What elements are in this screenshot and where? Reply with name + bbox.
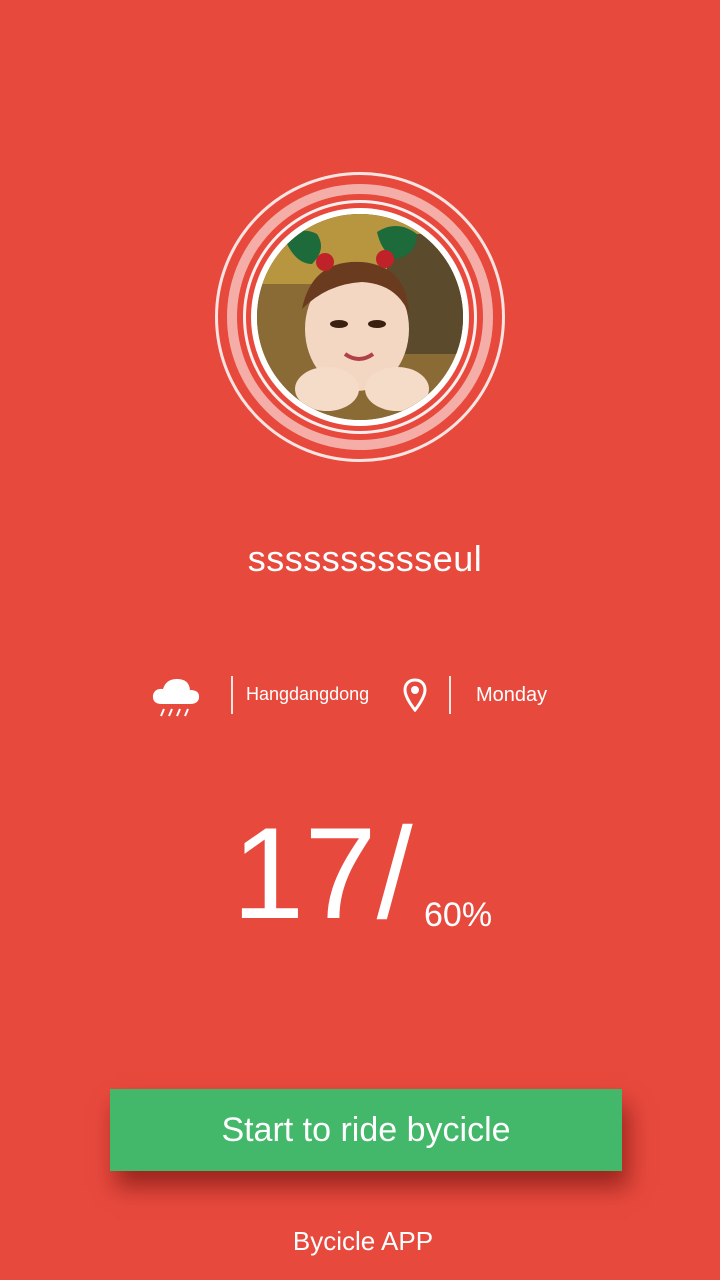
avatar-photo <box>257 214 463 420</box>
divider <box>449 676 451 714</box>
ride-count: 17/ <box>232 800 413 946</box>
username: sssssssssseul <box>247 538 483 579</box>
avatar-container[interactable] <box>215 172 505 462</box>
avatar[interactable] <box>251 208 469 426</box>
location-pin-icon[interactable] <box>403 678 427 712</box>
app-screen: sssssssssseul Hangdangdong Monday 17/ 60… <box>0 0 720 1280</box>
rain-cloud-icon <box>152 679 200 717</box>
location-label: Hangdangdong <box>246 684 370 704</box>
app-name-footer: Bycicle APP <box>292 1226 434 1256</box>
start-ride-button[interactable]: Start to ride bycicle <box>110 1089 622 1171</box>
day-label: Monday <box>476 684 548 706</box>
divider <box>231 676 233 714</box>
info-row: Hangdangdong Monday <box>0 670 720 720</box>
ride-percent: 60% <box>424 896 493 934</box>
